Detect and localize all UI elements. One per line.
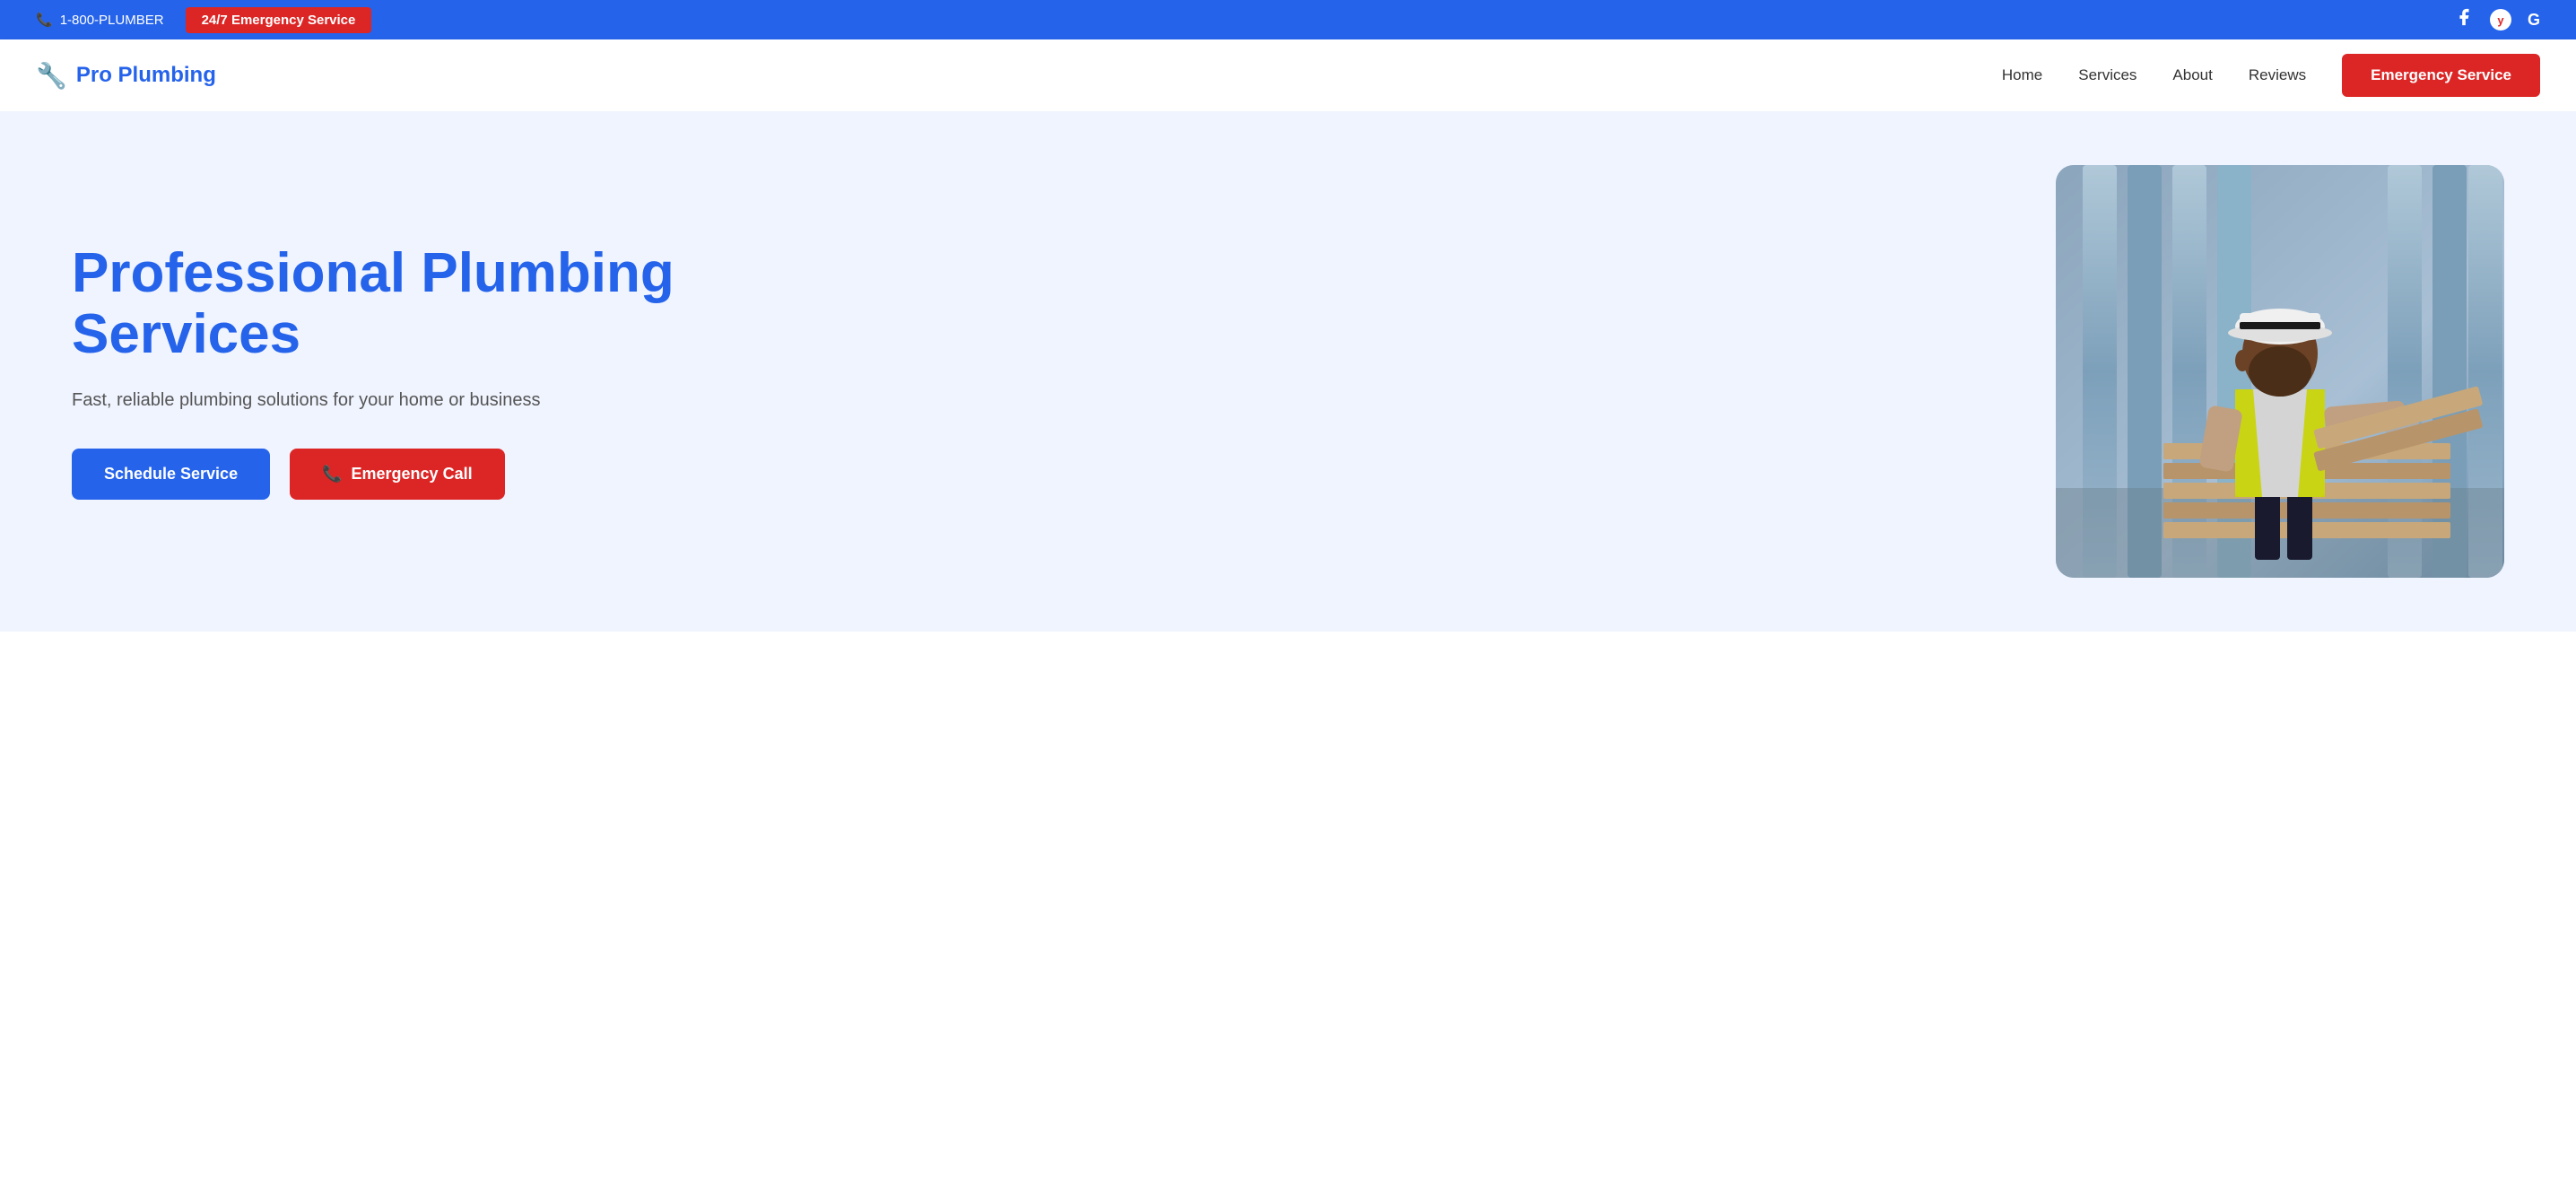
nav-services[interactable]: Services	[2078, 66, 2137, 84]
hero-image-wrap	[1288, 165, 2504, 578]
topbar-phone: 📞 1-800-PLUMBER	[36, 12, 164, 28]
navbar-links: Home Services About Reviews Emergency Se…	[2002, 54, 2540, 97]
emergency-call-button[interactable]: 📞 Emergency Call	[290, 449, 504, 500]
logo-text: Pro Plumbing	[76, 63, 216, 88]
facebook-icon[interactable]	[2454, 7, 2474, 32]
topbar-emergency-badge[interactable]: 24/7 Emergency Service	[186, 7, 372, 33]
phone-icon: 📞	[322, 465, 342, 484]
yelp-icon[interactable]: y	[2490, 9, 2511, 31]
nav-about[interactable]: About	[2172, 66, 2212, 84]
hero-section: Professional Plumbing Services Fast, rel…	[0, 111, 2576, 632]
topbar: 📞 1-800-PLUMBER 24/7 Emergency Service y…	[0, 0, 2576, 39]
hero-buttons: Schedule Service 📞 Emergency Call	[72, 449, 1288, 500]
worker-svg	[2056, 165, 2504, 578]
schedule-service-button[interactable]: Schedule Service	[72, 449, 270, 500]
hero-content: Professional Plumbing Services Fast, rel…	[72, 243, 1288, 500]
google-icon[interactable]: G	[2528, 11, 2540, 30]
hero-subtitle: Fast, reliable plumbing solutions for yo…	[72, 390, 1288, 411]
wrench-icon: 🔧	[36, 61, 67, 91]
phone-number: 1-800-PLUMBER	[60, 13, 164, 28]
nav-emergency-button[interactable]: Emergency Service	[2342, 54, 2540, 97]
logo[interactable]: 🔧 Pro Plumbing	[36, 61, 216, 91]
topbar-icons: y G	[2454, 7, 2540, 32]
navbar: 🔧 Pro Plumbing Home Services About Revie…	[0, 39, 2576, 111]
nav-home[interactable]: Home	[2002, 66, 2042, 84]
nav-reviews[interactable]: Reviews	[2249, 66, 2306, 84]
phone-icon: 📞	[36, 12, 53, 28]
hero-image	[2056, 165, 2504, 578]
hero-title-line2: Services	[72, 303, 300, 365]
emergency-call-label: Emergency Call	[352, 465, 473, 484]
hero-title: Professional Plumbing Services	[72, 243, 1288, 365]
hero-title-line1: Professional Plumbing	[72, 242, 674, 304]
topbar-left: 📞 1-800-PLUMBER 24/7 Emergency Service	[36, 7, 371, 33]
